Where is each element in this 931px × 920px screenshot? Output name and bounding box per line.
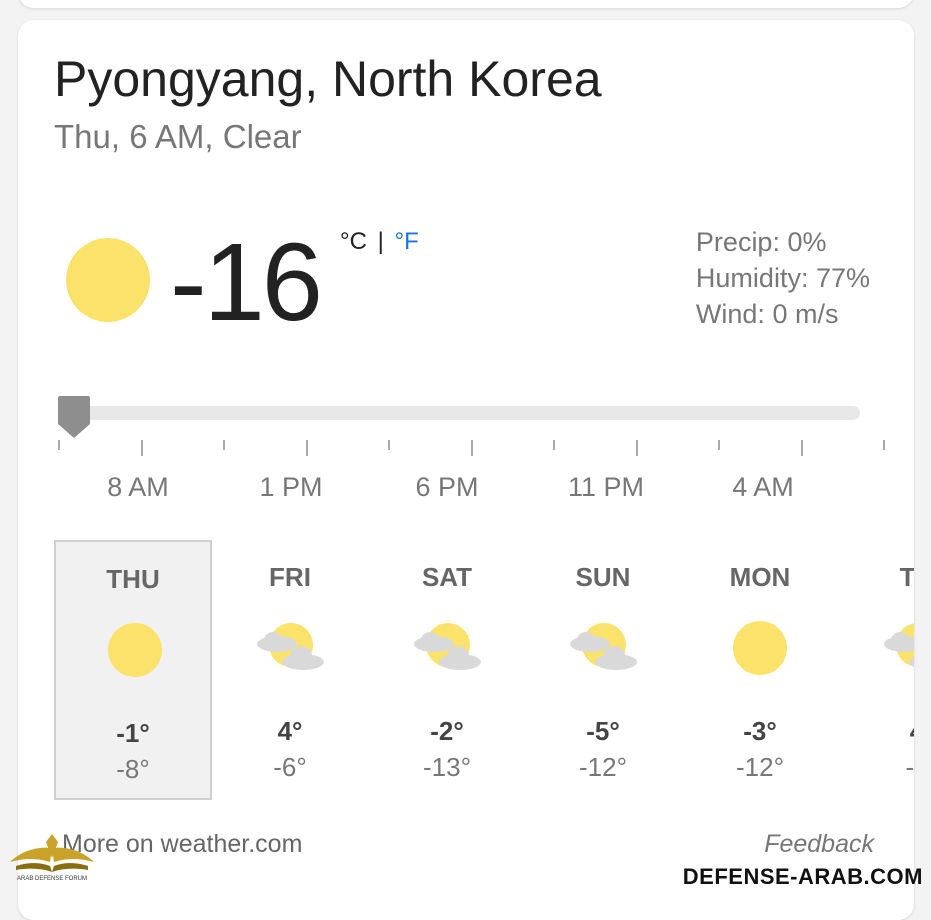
more-on-weather-link[interactable]: More on weather.com: [62, 830, 302, 859]
forecast-day[interactable]: FRI 4° -6°: [211, 540, 369, 800]
time-tick: [718, 440, 720, 450]
unit-toggle: °C | °F: [340, 228, 419, 256]
sun-icon: [66, 238, 150, 322]
day-high: 4: [838, 716, 914, 747]
forecast-day[interactable]: SUN -5° -12°: [524, 540, 682, 800]
time-tick: [388, 440, 390, 450]
current-temperature: -16: [170, 221, 323, 344]
watermark-logo: ARAB DEFENSE FORUM: [10, 834, 94, 882]
forecast-day[interactable]: THU -1° -8°: [54, 540, 212, 800]
day-name: FRI: [269, 562, 311, 592]
previous-card-edge: [18, 0, 914, 8]
day-high: -1°: [116, 718, 150, 748]
partly-cloudy-icon: [414, 623, 481, 670]
day-high: -5°: [586, 716, 620, 746]
time-tick: [140, 440, 143, 456]
day-name: SUN: [575, 562, 631, 592]
time-tick: [553, 440, 555, 450]
unit-celsius[interactable]: °C: [340, 228, 367, 255]
day-low: -12°: [579, 752, 627, 782]
precip-text: Precip: 0%: [695, 227, 827, 257]
forecast-day[interactable]: TU 4 -6: [838, 540, 914, 800]
day-name: SAT: [421, 562, 473, 592]
forecast-day[interactable]: SAT -2° -13°: [368, 540, 526, 800]
time-label: 8 AM: [107, 472, 169, 502]
day-low: -12°: [736, 752, 784, 782]
feedback-link[interactable]: Feedback: [764, 830, 874, 859]
time-tick: [58, 440, 60, 450]
time-label: 4 AM: [732, 472, 794, 502]
day-low: -6: [905, 752, 914, 782]
time-label: 1 PM: [259, 472, 323, 502]
time-tick: [635, 440, 638, 456]
time-label: 11 PM: [567, 472, 645, 502]
time-tick: [883, 440, 885, 450]
day-name: THU: [106, 564, 160, 594]
time-condition: Thu, 6 AM, Clear: [54, 118, 302, 155]
time-tick: [800, 440, 803, 456]
time-tick: [223, 440, 225, 450]
time-slider-track[interactable]: [58, 406, 860, 420]
location-title: Pyongyang, North Korea: [54, 51, 602, 107]
humidity-text: Humidity: 77%: [695, 263, 870, 293]
time-slider-handle[interactable]: [56, 394, 92, 440]
unit-separator: |: [377, 228, 384, 255]
partly-cloudy-icon: [257, 623, 324, 670]
watermark-site: DEFENSE-ARAB.COM: [682, 864, 923, 889]
time-label: 6 PM: [415, 472, 479, 502]
time-ticks: [58, 440, 885, 464]
time-tick: [305, 440, 308, 456]
day-name: MON: [729, 562, 791, 592]
sun-icon: [108, 623, 162, 677]
day-low: -8°: [116, 754, 150, 784]
day-name: TU: [899, 562, 914, 592]
weather-details: Precip: 0% Humidity: 77% Wind: 0 m/s: [696, 224, 870, 332]
time-labels: 8 AM 1 PM 6 PM 11 PM 4 AM: [18, 472, 914, 508]
day-high: -3°: [743, 716, 777, 746]
day-high: 4°: [277, 716, 303, 746]
forecast-day[interactable]: MON -3° -12°: [681, 540, 839, 800]
partly-cloudy-icon: [570, 623, 637, 670]
daily-forecast: THU -1° -8° FRI 4° -6° SAT -2° -13° SUN …: [54, 540, 914, 802]
svg-text:ARAB DEFENSE FORUM: ARAB DEFENSE FORUM: [17, 876, 87, 882]
partly-cloudy-icon: [884, 623, 914, 668]
sun-icon: [733, 621, 787, 675]
day-high: -2°: [430, 716, 464, 746]
wind-text: Wind: 0 m/s: [695, 299, 839, 329]
time-tick: [470, 440, 473, 456]
unit-fahrenheit[interactable]: °F: [395, 228, 419, 255]
weather-card: Pyongyang, North Korea Thu, 6 AM, Clear …: [18, 20, 914, 920]
day-low: -6°: [273, 752, 307, 782]
day-low: -13°: [423, 752, 471, 782]
